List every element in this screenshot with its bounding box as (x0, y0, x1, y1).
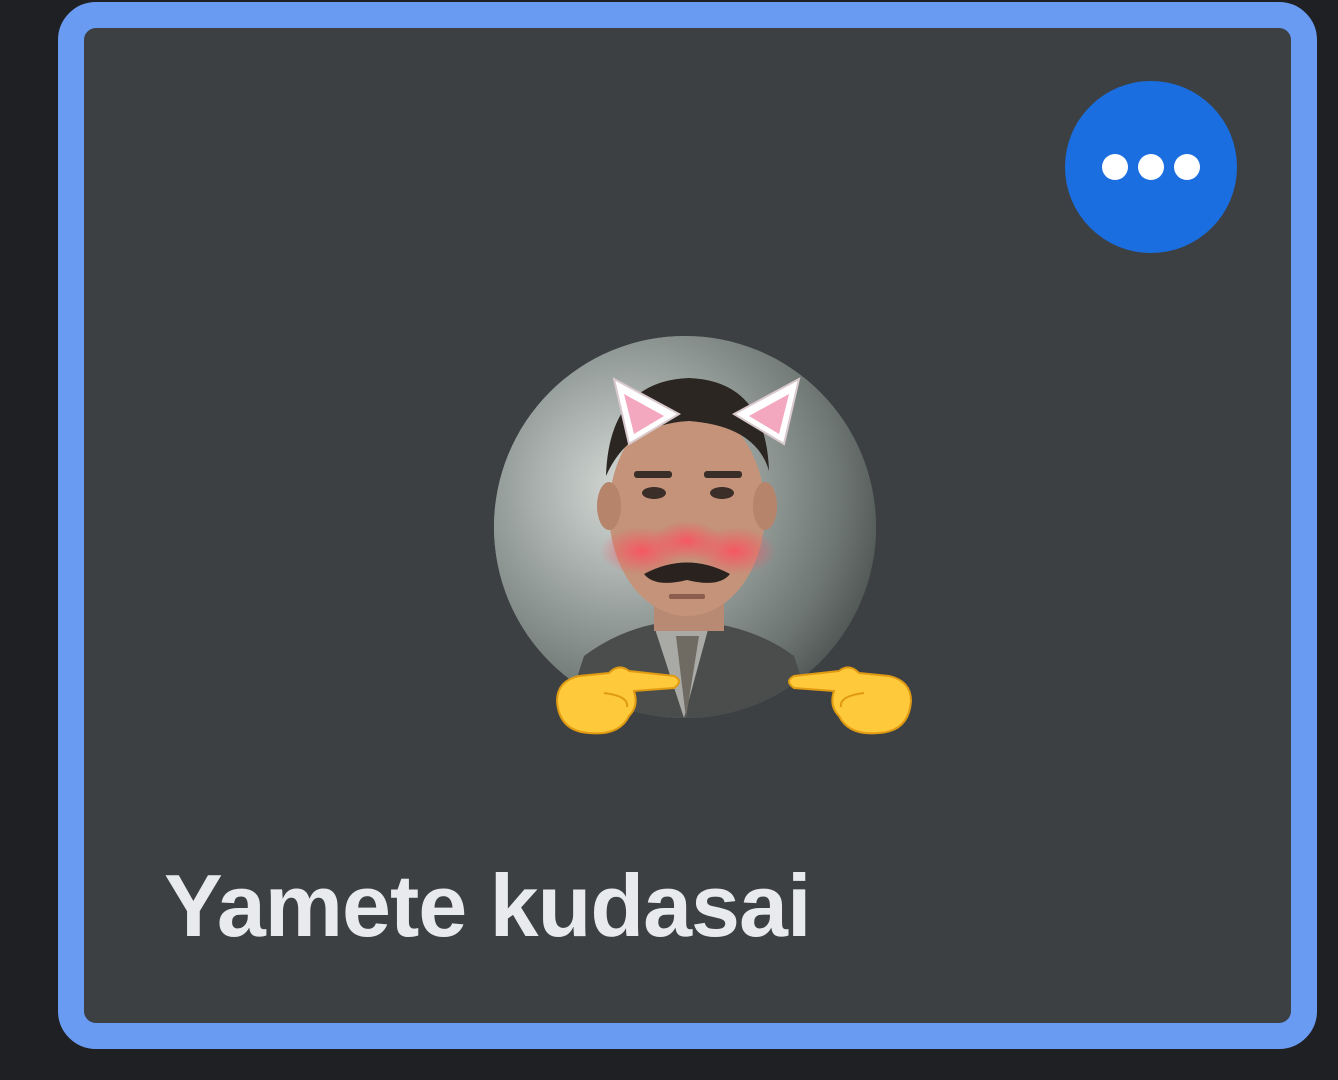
participant-avatar-group (494, 336, 913, 735)
more-horiz-icon (1102, 154, 1128, 180)
participant-name: Yamete kudasai (164, 856, 811, 955)
more-horiz-icon-dot-3 (1174, 154, 1200, 180)
pointing-hand-right-icon (555, 666, 680, 735)
pointing-hand-left-icon (788, 666, 913, 735)
more-horiz-icon-dot-2 (1138, 154, 1164, 180)
participant-tile[interactable]: Yamete kudasai (58, 2, 1317, 1049)
more-options-button[interactable] (1065, 81, 1237, 253)
cat-ear-right-icon (731, 377, 801, 446)
cat-ear-left-icon (612, 377, 682, 446)
meeting-grid: Yamete kudasai (0, 0, 1338, 1080)
